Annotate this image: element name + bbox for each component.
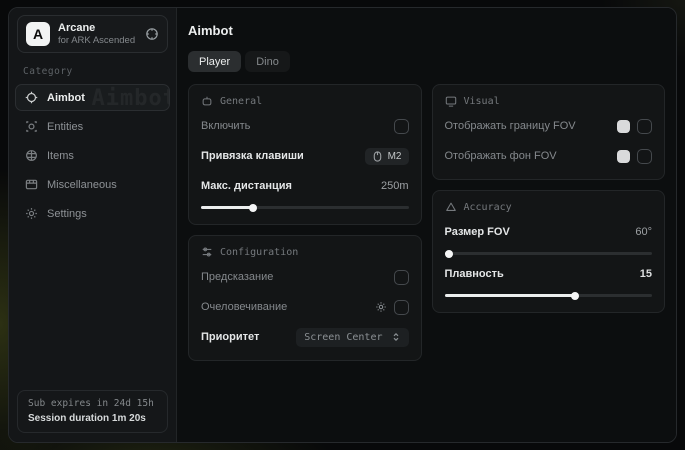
- brand-subtitle: for ARK Ascended: [58, 35, 137, 46]
- brand-text: Arcane for ARK Ascended: [58, 22, 137, 46]
- prediction-checkbox[interactable]: [394, 270, 409, 285]
- gear-icon: [25, 207, 38, 220]
- category-label: Category: [23, 66, 176, 77]
- app-window: A Arcane for ARK Ascended Category Aimbo…: [8, 7, 677, 443]
- sidebar-item-label: Aimbot: [47, 92, 85, 104]
- priority-dropdown[interactable]: Screen Center: [296, 328, 408, 347]
- compass-icon[interactable]: [145, 27, 159, 41]
- brand-logo: A: [26, 22, 50, 46]
- sidebar-item-items[interactable]: Items: [15, 142, 170, 169]
- fov-bg-label: Отображать фон FOV: [445, 150, 557, 162]
- accuracy-card: Accuracy Размер FOV 60° Плавность 15: [432, 190, 666, 313]
- tab-dino[interactable]: Dino: [245, 51, 290, 72]
- sub-expires-text: Sub expires in 24d 15h: [28, 398, 157, 409]
- tab-bar: Player Dino: [188, 51, 665, 72]
- brand-title: Arcane: [58, 22, 137, 34]
- sidebar-item-miscellaneous[interactable]: Miscellaneous: [15, 171, 170, 198]
- fov-size-slider[interactable]: [445, 252, 653, 255]
- tab-player[interactable]: Player: [188, 51, 241, 72]
- aimbot-watermark: Aimbot: [92, 86, 170, 111]
- prediction-label: Предсказание: [201, 271, 273, 283]
- fov-size-label: Размер FOV: [445, 226, 510, 238]
- configuration-card: Configuration Предсказание Очеловечивани…: [188, 235, 422, 361]
- fov-bg-color-swatch[interactable]: [617, 150, 630, 163]
- triangle-icon: [445, 201, 457, 213]
- eye-icon: [445, 95, 457, 107]
- humanize-label: Очеловечивание: [201, 301, 287, 313]
- keybind-label: Привязка клавиши: [201, 150, 304, 162]
- sidebar-item-aimbot[interactable]: Aimbot Aimbot: [15, 84, 170, 111]
- distance-label: Макс. дистанция: [201, 180, 292, 192]
- fov-border-color-swatch[interactable]: [617, 120, 630, 133]
- main-panel: Aimbot Player Dino General: [177, 8, 676, 442]
- fov-border-checkbox[interactable]: [637, 119, 652, 134]
- fov-size-value: 60°: [635, 226, 652, 238]
- bot-icon: [201, 95, 213, 107]
- fov-border-label: Отображать границу FOV: [445, 120, 576, 132]
- sidebar-item-label: Miscellaneous: [47, 179, 117, 191]
- unfold-icon: [391, 332, 401, 342]
- accuracy-card-header: Accuracy: [445, 201, 653, 213]
- session-duration-text: Session duration 1m 20s: [28, 413, 157, 424]
- general-card: General Включить Привязка клавиши: [188, 84, 422, 225]
- session-card: Sub expires in 24d 15h Session duration …: [17, 390, 168, 433]
- general-card-header: General: [201, 95, 409, 107]
- smoothness-value: 15: [640, 268, 652, 280]
- smoothness-slider[interactable]: [445, 294, 653, 297]
- priority-label: Приоритет: [201, 331, 259, 343]
- enable-label: Включить: [201, 120, 250, 132]
- sidebar-item-label: Items: [47, 150, 74, 162]
- visual-card: Visual Отображать границу FOV Отображать…: [432, 84, 666, 180]
- gear-icon[interactable]: [375, 301, 387, 313]
- sidebar-item-settings[interactable]: Settings: [15, 200, 170, 227]
- misc-icon: [25, 178, 38, 191]
- sliders-icon: [201, 246, 213, 258]
- sidebar: A Arcane for ARK Ascended Category Aimbo…: [9, 8, 177, 442]
- entities-icon: [25, 120, 38, 133]
- sidebar-nav: Aimbot Aimbot Entities Items: [9, 84, 176, 227]
- distance-value: 250m: [381, 180, 409, 192]
- page-title: Aimbot: [188, 23, 665, 38]
- sidebar-item-entities[interactable]: Entities: [15, 113, 170, 140]
- distance-slider[interactable]: [201, 206, 409, 209]
- items-icon: [25, 149, 38, 162]
- keybind-button[interactable]: M2: [365, 148, 409, 165]
- visual-card-header: Visual: [445, 95, 653, 107]
- enable-checkbox[interactable]: [394, 119, 409, 134]
- crosshair-icon: [25, 91, 38, 104]
- smoothness-label: Плавность: [445, 268, 504, 280]
- mouse-icon: [372, 151, 383, 162]
- configuration-card-header: Configuration: [201, 246, 409, 258]
- sidebar-item-label: Settings: [47, 208, 87, 220]
- humanize-checkbox[interactable]: [394, 300, 409, 315]
- sidebar-item-label: Entities: [47, 121, 83, 133]
- brand-card: A Arcane for ARK Ascended: [17, 15, 168, 53]
- fov-bg-checkbox[interactable]: [637, 149, 652, 164]
